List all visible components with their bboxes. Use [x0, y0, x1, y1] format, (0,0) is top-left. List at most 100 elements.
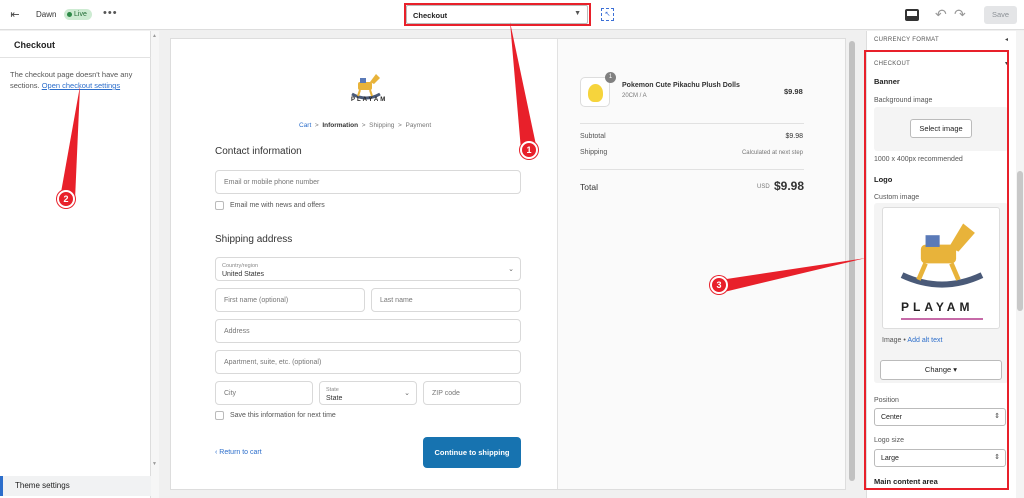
chevron-down-icon[interactable]: ▾ [1005, 60, 1008, 67]
first-name-field[interactable]: First name (optional) [215, 288, 365, 312]
apartment-field[interactable]: Apartment, suite, etc. (optional) [215, 350, 521, 374]
product-thumbnail: 1 [580, 72, 616, 107]
left-scrollbar[interactable]: ▲ ▼ [151, 31, 159, 498]
main-content-heading: Main content area [874, 477, 938, 486]
breadcrumb-shipping: Shipping [369, 122, 395, 129]
logo-preview: PLAYAM [882, 207, 1000, 329]
collapse-icon[interactable]: ◂ [1005, 36, 1008, 43]
redo-icon[interactable]: ↷ [954, 6, 966, 23]
scroll-up-icon[interactable]: ▲ [152, 33, 157, 39]
checkout-form: PLAYAM Cart > Information > Shipping > P… [171, 39, 557, 489]
logo-brand-text: PLAYAM [901, 300, 974, 314]
select-arrows-icon: ⇕ [994, 413, 1000, 420]
city-field[interactable]: City [215, 381, 313, 405]
chevron-down-icon: ⌄ [508, 266, 514, 273]
scrollbar-thumb[interactable] [849, 41, 855, 481]
state-label: State [326, 387, 339, 393]
newsletter-checkbox[interactable] [215, 201, 224, 210]
add-alt-text-link[interactable]: Add alt text [907, 337, 942, 344]
change-image-button[interactable]: Change ▾ [880, 360, 1002, 380]
apartment-placeholder: Apartment, suite, etc. (optional) [224, 359, 322, 366]
page-selector[interactable]: Checkout ▼ [406, 5, 588, 24]
exit-icon[interactable]: ⇤ [8, 9, 22, 21]
scroll-down-icon[interactable]: ▼ [152, 461, 157, 467]
pikachu-icon [588, 84, 603, 102]
annotation-badge-2: 2 [57, 190, 75, 208]
breadcrumb-cart[interactable]: Cart [299, 122, 311, 129]
quantity-badge: 1 [605, 72, 616, 83]
open-checkout-settings-link[interactable]: Open checkout settings [42, 81, 120, 90]
checkout-preview: PLAYAM Cart > Information > Shipping > P… [170, 38, 846, 490]
inspector-icon[interactable]: ↖ [601, 8, 614, 21]
theme-settings-item[interactable]: Theme settings [0, 476, 155, 496]
chevron-right-icon: > [359, 122, 368, 129]
recommended-size: 1000 x 400px recommended [874, 156, 963, 163]
save-info-label: Save this information for next time [230, 412, 336, 419]
subtotal-value: $9.98 [785, 133, 803, 140]
shipping-heading: Shipping address [215, 234, 293, 245]
return-to-cart-link[interactable]: ‹ Return to cart [215, 449, 262, 456]
logo-size-select[interactable]: Large ⇕ [874, 449, 1006, 467]
state-select[interactable]: State State ⌄ [319, 381, 417, 405]
city-placeholder: City [224, 390, 237, 397]
live-badge: Live [64, 9, 92, 20]
logo-underline [901, 318, 983, 320]
continue-to-shipping-button[interactable]: Continue to shipping [423, 437, 521, 468]
shipping-label: Shipping [580, 149, 608, 156]
top-toolbar: ⇤ Dawn Live ••• Checkout ▼ ↖ ↶ ↷ Save [0, 0, 1024, 30]
custom-image-label: Custom image [874, 194, 920, 201]
divider [580, 169, 804, 170]
last-name-field[interactable]: Last name [371, 288, 521, 312]
logo-size-value: Large [881, 455, 899, 462]
select-image-button[interactable]: Select image [910, 119, 972, 138]
image-label: Image • [882, 337, 906, 344]
position-label: Position [874, 397, 899, 404]
chevron-down-icon: ▼ [574, 10, 581, 17]
breadcrumb-payment: Payment [405, 122, 432, 129]
annotation-badge-1: 1 [520, 141, 538, 159]
select-arrows-icon: ⇕ [994, 454, 1000, 461]
undo-icon[interactable]: ↶ [935, 6, 947, 23]
first-name-placeholder: First name (optional) [224, 297, 289, 304]
save-button[interactable]: Save [984, 6, 1017, 24]
image-alt-row: Image • Add alt text [882, 337, 942, 344]
logo-heading: Logo [874, 175, 893, 184]
currency-format-header[interactable]: CURRENCY FORMAT [874, 37, 939, 43]
email-placeholder: Email or mobile phone number [224, 179, 320, 186]
right-scrollbar[interactable] [1016, 31, 1024, 498]
annotation-badge-3: 3 [710, 276, 728, 294]
newsletter-label: Email me with news and offers [230, 202, 325, 209]
change-label: Change [924, 365, 952, 374]
position-select[interactable]: Center ⇕ [874, 408, 1006, 426]
brand-name: PLAYAM [351, 97, 388, 103]
playam-logo-icon [900, 223, 984, 288]
background-image-label: Background image [874, 97, 933, 104]
preview-scrollbar[interactable] [848, 31, 856, 498]
theme-settings-panel: CURRENCY FORMAT ◂ CHECKOUT ▾ Banner Back… [866, 31, 1016, 498]
address-field[interactable]: Address [215, 319, 521, 343]
contact-heading: Contact information [215, 146, 302, 157]
desktop-view-icon[interactable] [905, 9, 919, 21]
more-actions-icon[interactable]: ••• [103, 7, 118, 19]
email-field[interactable]: Email or mobile phone number [215, 170, 521, 194]
zip-field[interactable]: ZIP code [423, 381, 521, 405]
last-name-placeholder: Last name [380, 297, 413, 304]
product-name: Pokemon Cute Pikachu Plush Dolls [622, 82, 740, 89]
checkout-header[interactable]: CHECKOUT [874, 61, 910, 67]
country-select[interactable]: Country/region United States ⌄ [215, 257, 521, 281]
chevron-right-icon: > [396, 122, 404, 129]
chevron-down-icon: ⌄ [404, 390, 410, 397]
save-info-checkbox[interactable] [215, 411, 224, 420]
breadcrumb-information: Information [322, 122, 359, 129]
panel-title: Checkout [14, 40, 56, 50]
scrollbar-thumb[interactable] [1017, 171, 1023, 311]
product-variant: 20CM / A [622, 93, 647, 99]
total-label: Total [580, 182, 598, 192]
order-summary: 1 Pokemon Cute Pikachu Plush Dolls 20CM … [557, 39, 845, 489]
divider [0, 57, 151, 58]
banner-heading: Banner [874, 77, 900, 86]
country-value: United States [222, 271, 265, 278]
total-currency: USD [757, 184, 770, 190]
zip-placeholder: ZIP code [432, 390, 460, 397]
product-price: $9.98 [784, 87, 803, 96]
